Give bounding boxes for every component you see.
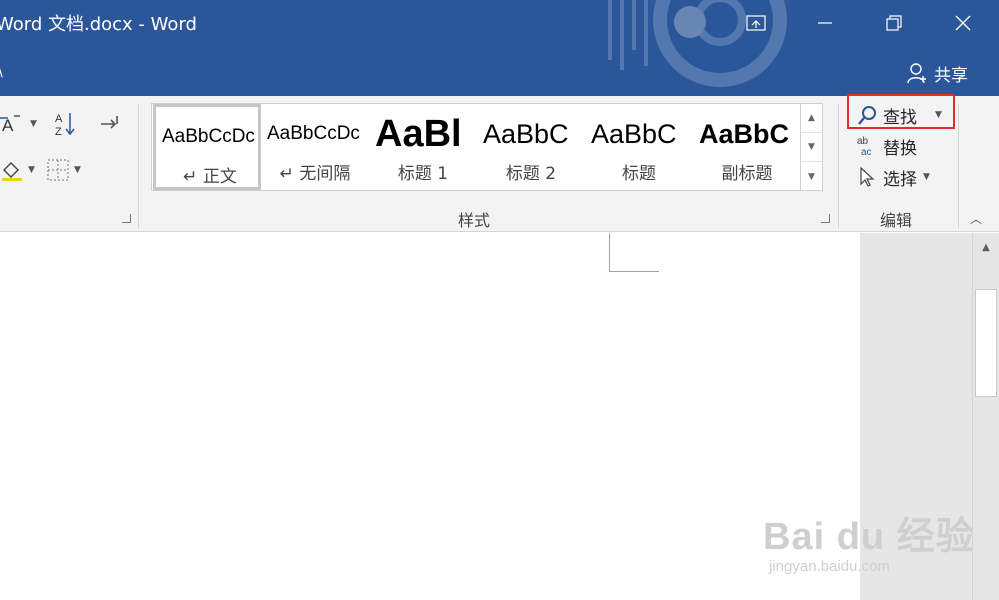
group-separator <box>138 104 139 228</box>
style-preview: AaBbC <box>699 118 790 149</box>
chevron-down-icon: ▼ <box>74 165 81 175</box>
styles-gallery: AaBbCcDc ↵ 正文 AaBbCcDc ↵ 无间隔 AaBl 标题 1 A… <box>151 103 801 191</box>
styles-gallery-scroller: ▲ ▼ ▼ <box>801 103 823 191</box>
scrollbar-thumb[interactable] <box>975 289 997 397</box>
sort-button[interactable]: A Z <box>54 110 78 138</box>
ribbon-display-options-button[interactable] <box>733 0 779 46</box>
group-separator <box>838 104 839 228</box>
svg-text:A: A <box>55 113 63 125</box>
text-direction-button[interactable]: A ▼ <box>0 110 37 138</box>
gallery-scroll-up-button[interactable]: ▲ <box>801 104 822 133</box>
chevron-down-icon: ▼ <box>28 165 35 175</box>
scroll-up-button[interactable]: ▲ <box>973 235 999 259</box>
borders-icon <box>47 159 69 181</box>
gallery-scroll-down-button[interactable]: ▼ <box>801 133 822 162</box>
title-bar: Word 文档.docx - Word \ 共享 <box>0 0 999 96</box>
style-heading-2[interactable]: AaBbC 标题 2 <box>477 104 585 190</box>
share-label: 共享 <box>934 65 968 86</box>
style-normal[interactable]: AaBbCcDc ↵ 正文 <box>153 104 261 190</box>
svg-text:A: A <box>2 116 14 135</box>
page-corner-mark <box>609 271 659 272</box>
style-preview: AaBbCcDc <box>162 126 255 147</box>
restore-icon <box>886 15 902 31</box>
svg-text:Z: Z <box>55 126 62 137</box>
shading-button[interactable]: ▼ <box>0 156 35 184</box>
cursor-arrow-icon <box>860 166 875 187</box>
chevron-up-icon: ▲ <box>982 241 990 253</box>
chevron-up-icon: ▲ <box>808 113 815 123</box>
close-button[interactable] <box>940 0 986 46</box>
style-name: ↵ 正文 <box>183 167 237 187</box>
paragraph-dialog-launcher[interactable] <box>122 214 131 223</box>
replace-label: 替换 <box>883 138 917 159</box>
style-no-spacing[interactable]: AaBbCcDc ↵ 无间隔 <box>261 104 369 190</box>
more-icon: ▼ <box>808 171 815 182</box>
style-name: 标题 2 <box>505 164 557 184</box>
style-name: ↵ 无间隔 <box>279 164 351 184</box>
gallery-more-button[interactable]: ▼ <box>801 162 822 191</box>
chevron-down-icon: ▼ <box>923 172 930 182</box>
find-highlight-box <box>847 94 955 129</box>
minimize-icon <box>818 22 832 24</box>
replace-icon: ab ac <box>857 136 872 157</box>
tab-remnant: \ <box>0 64 3 80</box>
paragraph-mark-icon <box>101 116 118 129</box>
window-title: Word 文档.docx - Word <box>0 14 197 35</box>
sort-az-icon: A Z <box>55 113 75 137</box>
style-preview: AaBbCcDc <box>267 123 360 144</box>
group-separator <box>958 104 959 228</box>
chevron-up-icon: ︿ <box>970 212 983 226</box>
style-heading-1[interactable]: AaBl 标题 1 <box>369 104 477 190</box>
collapse-ribbon-button[interactable]: ︿ <box>970 210 982 227</box>
close-icon <box>955 15 971 31</box>
svg-text:ab: ab <box>857 136 869 147</box>
baidu-jingyan-watermark: Bai du 经验 jingyan.baidu.com <box>763 505 975 575</box>
page-corner-mark <box>609 233 610 271</box>
vertical-scrollbar[interactable]: ▲ <box>972 233 999 600</box>
select-button[interactable]: 选择 ▼ <box>857 163 930 191</box>
text-direction-icon: A <box>0 115 20 135</box>
style-title[interactable]: AaBbC 标题 <box>585 104 693 190</box>
watermark-url: jingyan.baidu.com <box>769 558 890 575</box>
show-marks-button[interactable] <box>97 110 121 138</box>
watermark-logo: Bai du 经验 <box>763 516 975 558</box>
select-label: 选择 <box>883 169 917 190</box>
style-name: 标题 1 <box>397 164 449 184</box>
style-name: 副标题 <box>721 164 773 184</box>
style-name: 标题 <box>622 164 656 184</box>
share-button[interactable]: 共享 <box>906 60 968 86</box>
styles-group-label: 样式 <box>458 211 491 230</box>
borders-button[interactable]: ▼ <box>46 156 81 184</box>
restore-button[interactable] <box>871 0 917 46</box>
chevron-down-icon: ▼ <box>808 142 815 152</box>
add-person-icon <box>907 63 926 84</box>
style-preview: AaBl <box>375 114 462 154</box>
document-page[interactable] <box>0 233 860 600</box>
svg-text:ac: ac <box>861 147 872 157</box>
editing-group-label: 编辑 <box>880 211 913 230</box>
style-subtitle[interactable]: AaBbC 副标题 <box>693 104 801 190</box>
styles-dialog-launcher[interactable] <box>821 214 830 223</box>
style-preview: AaBbC <box>591 118 677 149</box>
style-preview: AaBbC <box>483 118 569 149</box>
paint-bucket-icon <box>2 162 22 181</box>
ribbon-display-icon <box>746 15 766 31</box>
minimize-button[interactable] <box>802 0 848 46</box>
replace-button[interactable]: ab ac 替换 <box>857 132 917 160</box>
chevron-down-icon: ▼ <box>30 119 37 129</box>
